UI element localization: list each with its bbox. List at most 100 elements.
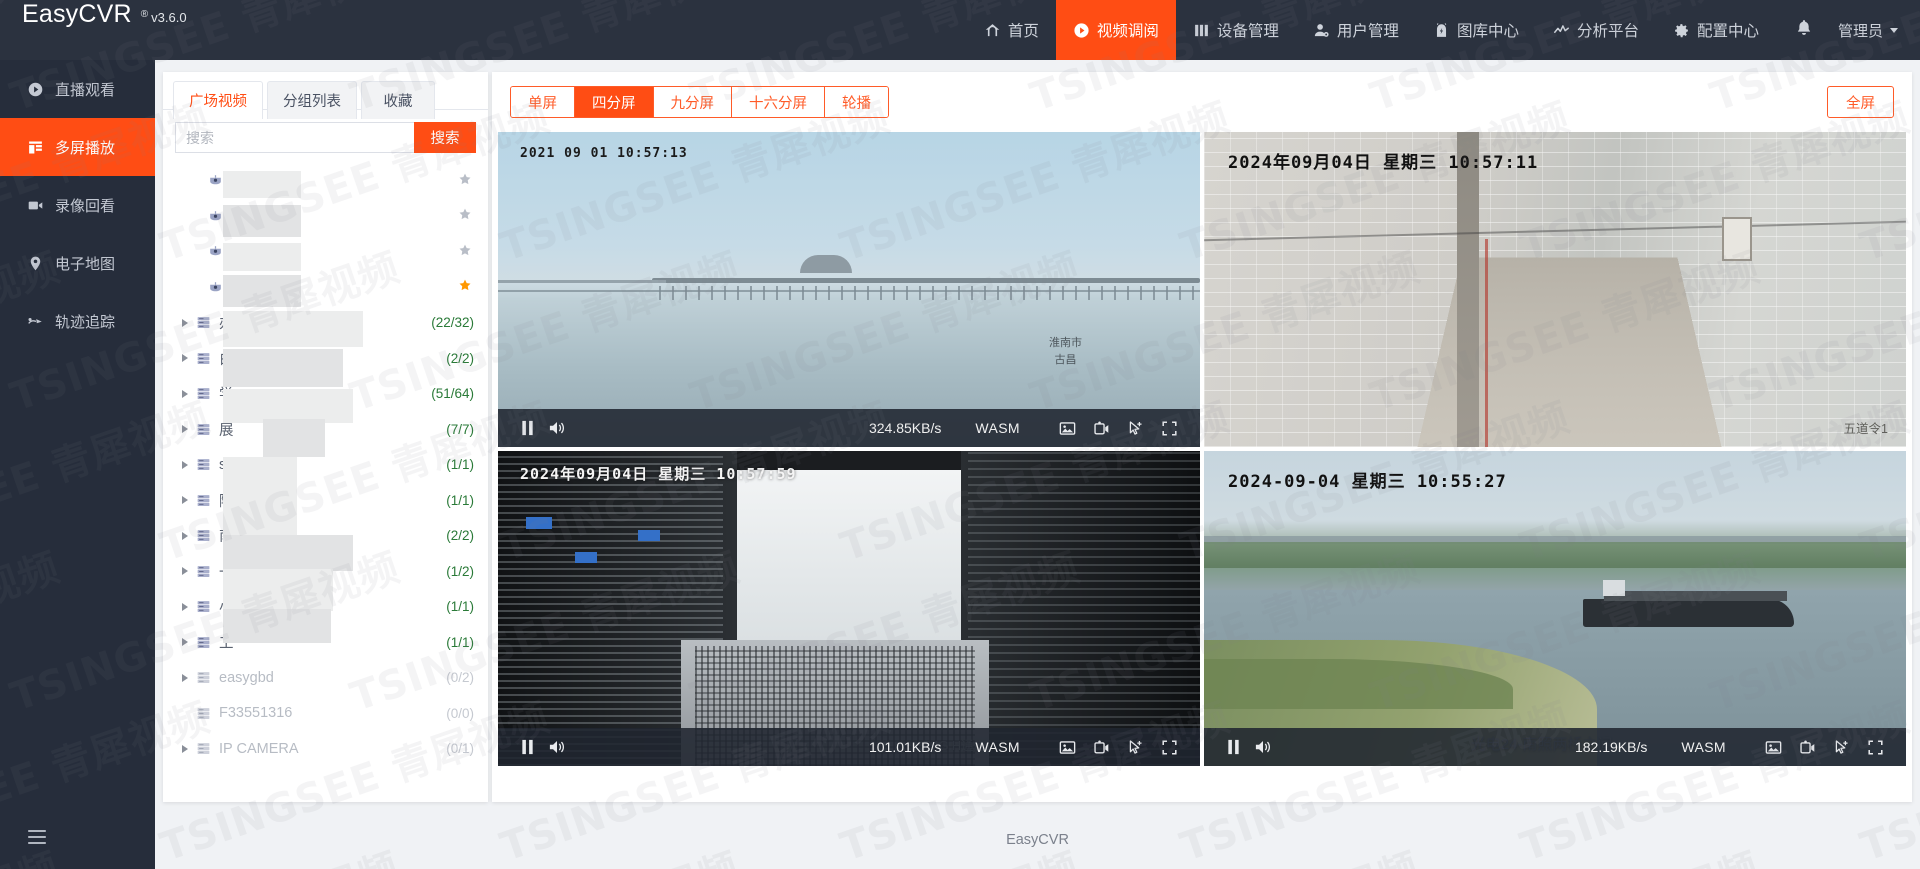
pause-icon[interactable]	[1218, 732, 1248, 762]
split-mode-toolbar: 单屏 四分屏 九分屏 十六分屏 轮播 全屏	[492, 72, 1912, 132]
split-mode-carousel[interactable]: 轮播	[825, 87, 888, 117]
search-button[interactable]: 搜索	[414, 122, 476, 153]
volume-icon[interactable]	[1248, 732, 1278, 762]
tree-channel-item[interactable]	[163, 163, 488, 199]
nav-item-image-library[interactable]: 图库中心	[1416, 0, 1536, 60]
chevron-right-icon[interactable]	[177, 389, 193, 398]
tab-plaza-video[interactable]: 广场视频	[173, 81, 263, 120]
image-library-icon	[1433, 22, 1450, 39]
tree-channel-item[interactable]	[163, 234, 488, 270]
sidebar-item-multi-screen[interactable]: 多屏播放	[0, 118, 155, 176]
split-mode-single[interactable]: 单屏	[511, 87, 575, 117]
star-icon[interactable]	[458, 207, 474, 225]
star-icon[interactable]	[458, 243, 474, 261]
video-cell-2[interactable]: 2024年09月04日 星期三 10:57:11 五道令1	[1204, 132, 1906, 447]
tree-group-item[interactable]: 小 (1/1)	[163, 589, 488, 625]
tree-group-label: 隧	[219, 493, 234, 510]
tree-channel-item[interactable]	[163, 199, 488, 235]
expand-icon[interactable]	[1152, 732, 1186, 762]
tree-group-item[interactable]: F33551316 (0/0)	[163, 696, 488, 732]
sidebar-item-emap[interactable]: 电子地图	[0, 234, 155, 292]
tree-group-count: (1/1)	[446, 634, 474, 650]
video-cell-1[interactable]: 2021 09 01 10:57:13 淮南市 古昌 324.85KB/s WAS…	[498, 132, 1200, 447]
collapse-menu-icon	[27, 829, 47, 850]
expand-icon[interactable]	[1152, 413, 1186, 443]
record-video-icon[interactable]	[1084, 413, 1118, 443]
nav-item-home[interactable]: 首页	[967, 0, 1056, 60]
tree-group-item[interactable]: 工 (1/1)	[163, 625, 488, 661]
brand-version: v3.6.0	[151, 10, 187, 25]
tree-group-count: (51/64)	[431, 386, 474, 402]
volume-icon[interactable]	[542, 413, 572, 443]
tree-group-item[interactable]: sc (1/1)	[163, 447, 488, 483]
chevron-right-icon[interactable]	[177, 318, 193, 327]
nav-item-analytics[interactable]: 分析平台	[1536, 0, 1656, 60]
record-video-icon[interactable]	[1084, 732, 1118, 762]
snapshot-icon[interactable]	[1050, 413, 1084, 443]
video-cell-4[interactable]: 2024-09-04 星期三 10:55:27 光电24-南照两桥之间 182.…	[1204, 451, 1906, 766]
chevron-right-icon[interactable]	[177, 744, 193, 753]
pause-icon[interactable]	[512, 732, 542, 762]
nav-item-config-center[interactable]: 配置中心	[1656, 0, 1776, 60]
ptz-cursor-icon[interactable]	[1824, 732, 1858, 762]
nav-item-device-management[interactable]: 设备管理	[1176, 0, 1296, 60]
chevron-right-icon[interactable]	[177, 673, 193, 682]
brand-logo[interactable]: EasyCVR ® v3.6.0	[0, 0, 187, 60]
chevron-right-icon[interactable]	[177, 496, 193, 505]
video-osd-timestamp-3: 2024年09月04日 星期三 10:57:59	[520, 465, 797, 483]
split-mode-quad[interactable]: 四分屏	[575, 87, 654, 117]
sidebar-collapse-button[interactable]	[0, 809, 155, 869]
user-menu[interactable]: 管理员	[1832, 0, 1920, 60]
search-input[interactable]	[175, 122, 414, 153]
tree-group-item[interactable]: easygbd (0/2)	[163, 660, 488, 696]
star-icon[interactable]	[458, 172, 474, 190]
nav-item-video-review[interactable]: 视频调阅	[1055, 0, 1176, 60]
tree-group-item[interactable]: 学 (51/64)	[163, 376, 488, 412]
video-cell-3[interactable]: 2024年09月04日 星期三 10:57:59 R4G.H通道 101.01K…	[498, 451, 1200, 766]
fullscreen-button[interactable]: 全屏	[1827, 86, 1894, 118]
split-mode-nine[interactable]: 九分屏	[653, 87, 732, 117]
tree-group-item[interactable]: 展 (7/7)	[163, 412, 488, 448]
tree-channel-item[interactable]	[163, 270, 488, 306]
camera-dome-icon	[205, 280, 225, 295]
chevron-right-icon[interactable]	[177, 354, 193, 363]
tree-group-item[interactable]: 南 (2/2)	[163, 518, 488, 554]
tree-group-item[interactable]: 白 (2/2)	[163, 341, 488, 377]
tree-group-item[interactable]: 隧 (1/1)	[163, 483, 488, 519]
record-video-icon[interactable]	[1790, 732, 1824, 762]
tree-group-count: (2/2)	[446, 528, 474, 544]
nav-label-user-management: 用户管理	[1336, 23, 1399, 40]
chevron-right-icon[interactable]	[177, 567, 193, 576]
split-mode-sixteen[interactable]: 十六分屏	[732, 87, 825, 117]
ptz-cursor-icon[interactable]	[1118, 413, 1152, 443]
star-icon[interactable]	[458, 278, 474, 296]
sidebar-item-track[interactable]: 轨迹追踪	[0, 292, 155, 350]
server-group-icon	[193, 635, 213, 650]
tree-group-count: (22/32)	[431, 315, 474, 331]
chevron-right-icon[interactable]	[177, 531, 193, 540]
play-circle-icon	[1073, 22, 1090, 39]
notification-bell-button[interactable]	[1776, 0, 1832, 60]
pause-icon[interactable]	[512, 413, 542, 443]
chevron-right-icon[interactable]	[177, 602, 193, 611]
tree-group-item[interactable]: 办 (22/32)	[163, 305, 488, 341]
ptz-cursor-icon[interactable]	[1118, 732, 1152, 762]
video-bitrate-3: 101.01KB/s	[868, 739, 942, 755]
expand-icon[interactable]	[1858, 732, 1892, 762]
chevron-right-icon[interactable]	[177, 638, 193, 647]
tree-group-item[interactable]: 一 (1/2)	[163, 554, 488, 590]
tree-group-item[interactable]: IP CAMERA (0/1)	[163, 731, 488, 767]
brand-name: EasyCVR	[22, 0, 132, 28]
tree-group-label: 一	[219, 564, 234, 581]
sidebar-item-playback[interactable]: 录像回看	[0, 176, 155, 234]
nav-item-user-management[interactable]: 用户管理	[1296, 0, 1416, 60]
snapshot-icon[interactable]	[1050, 732, 1084, 762]
server-group-icon	[193, 741, 213, 756]
user-gear-icon	[1313, 22, 1330, 39]
snapshot-icon[interactable]	[1756, 732, 1790, 762]
chevron-right-icon[interactable]	[177, 425, 193, 434]
sidebar-item-live-view[interactable]: 直播观看	[0, 60, 155, 118]
chevron-right-icon[interactable]	[177, 460, 193, 469]
volume-icon[interactable]	[542, 732, 572, 762]
video-bitrate-1: 324.85KB/s	[868, 420, 942, 436]
